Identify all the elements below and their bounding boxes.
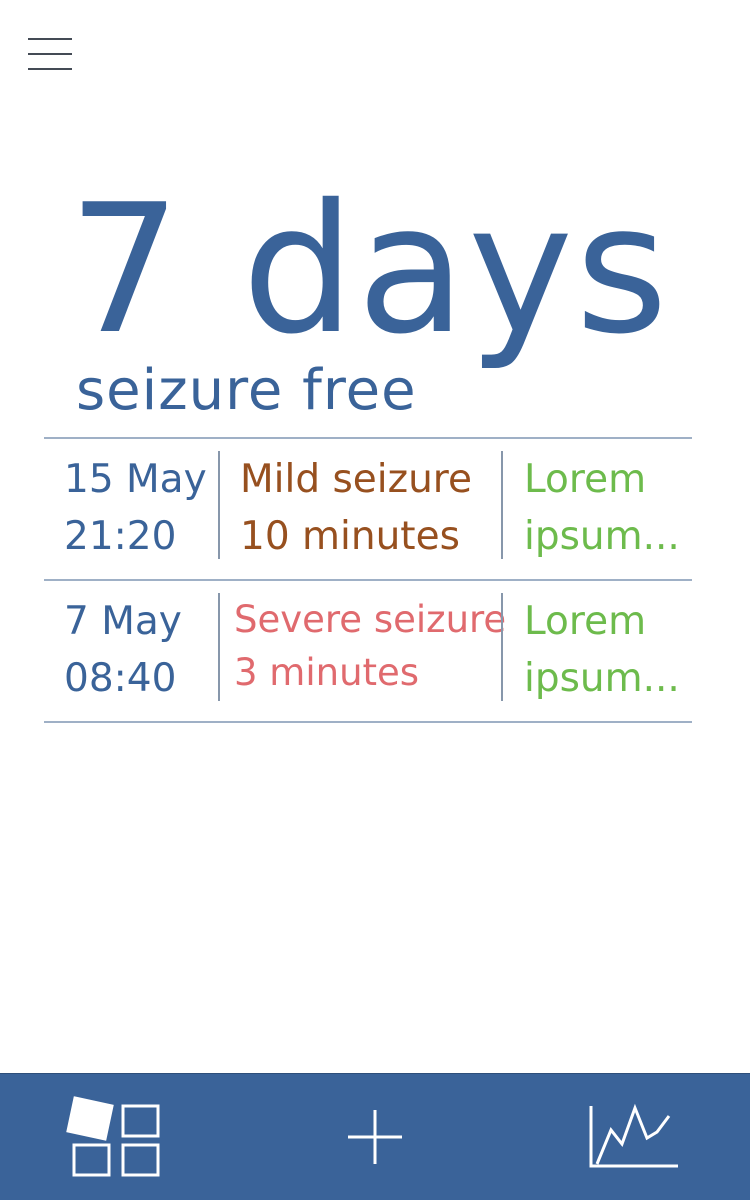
column-divider <box>501 593 503 701</box>
seizure-free-counter: 7 days seizure free <box>68 170 708 430</box>
entry-note: Lorem ipsum... <box>524 451 680 565</box>
counter-subtitle: seizure free <box>76 358 417 423</box>
entry-duration: 3 minutes <box>234 651 420 694</box>
entry-note-line: Lorem <box>524 457 647 502</box>
statistics-tab[interactable] <box>585 1094 685 1184</box>
entry-note-line: ipsum... <box>524 514 680 559</box>
column-divider <box>501 451 503 559</box>
days-count: 7 days <box>68 166 670 373</box>
menu-button[interactable] <box>28 38 74 72</box>
entry-note-line: Lorem <box>524 599 647 644</box>
chart-icon <box>589 1103 678 1168</box>
add-icon <box>348 1110 402 1164</box>
dashboard-icon <box>66 1096 160 1177</box>
entry-datetime: 15 May 21:20 <box>64 451 207 565</box>
entry-date: 15 May <box>64 457 207 502</box>
seizure-log: 15 May 21:20 Mild seizure 10 minutes Lor… <box>44 437 692 723</box>
entry-datetime: 7 May 08:40 <box>64 593 182 707</box>
dashboard-tab[interactable] <box>66 1094 166 1184</box>
hamburger-menu-icon <box>28 38 72 40</box>
entry-time: 08:40 <box>64 656 177 701</box>
entry-time: 21:20 <box>64 514 177 559</box>
entry-note-line: ipsum... <box>524 656 680 701</box>
log-entry[interactable]: 15 May 21:20 Mild seizure 10 minutes Lor… <box>44 437 692 579</box>
entry-duration: 10 minutes <box>240 514 460 559</box>
bottom-tab-bar <box>0 1073 750 1200</box>
entry-event: Mild seizure 10 minutes <box>240 451 472 565</box>
column-divider <box>218 451 220 559</box>
log-entry[interactable]: 7 May 08:40 Severe seizure 3 minutes Lor… <box>44 579 692 723</box>
hamburger-menu-icon-line <box>28 68 72 70</box>
entry-date: 7 May <box>64 599 182 644</box>
entry-event: Severe seizure 3 minutes <box>234 593 506 699</box>
entry-seizure-type: Severe seizure <box>234 598 507 641</box>
column-divider <box>218 593 220 701</box>
entry-note: Lorem ipsum... <box>524 593 680 707</box>
add-entry-button[interactable] <box>325 1094 425 1184</box>
entry-seizure-type: Mild seizure <box>240 457 472 502</box>
hamburger-menu-icon-line <box>28 53 72 55</box>
